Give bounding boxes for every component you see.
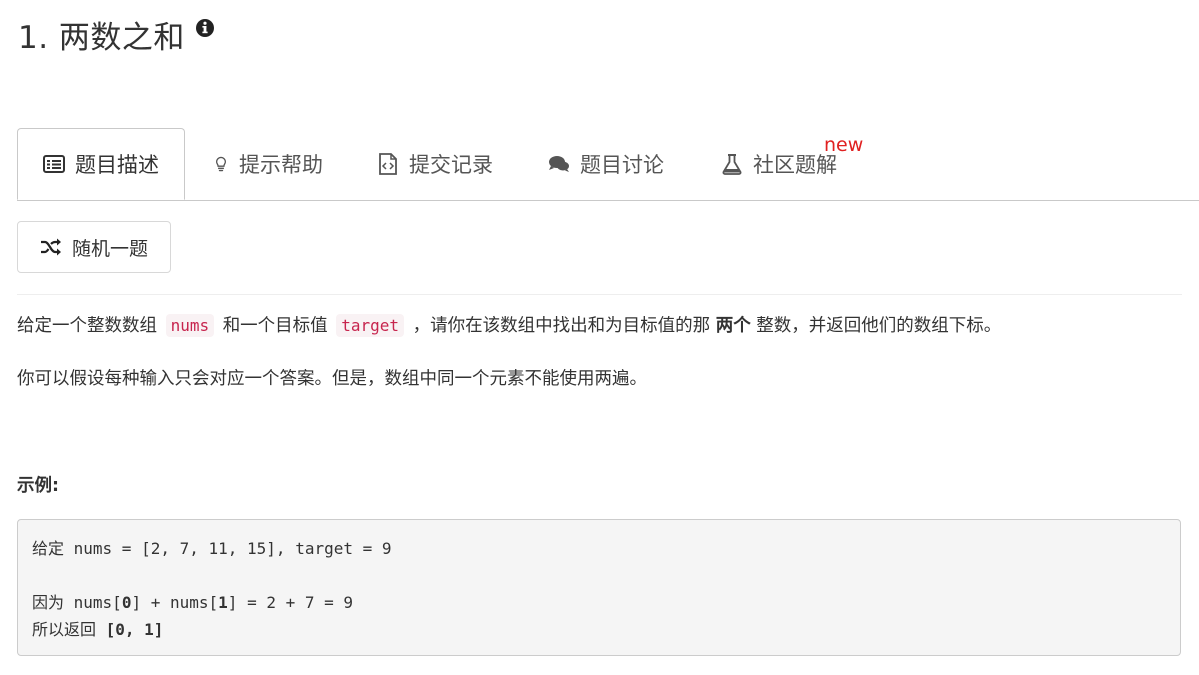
example-line: 给定 nums = [2, 7, 11, 15], target = 9 bbox=[32, 539, 392, 558]
random-problem-button[interactable]: 随机一题 bbox=[17, 221, 171, 273]
inline-code-nums: nums bbox=[165, 314, 215, 337]
code-bold: [0, 1] bbox=[105, 620, 164, 639]
code-text: ] + nums[ bbox=[131, 593, 219, 612]
tab-discussion-label: 题目讨论 bbox=[580, 153, 664, 177]
description-paragraph-1: 给定一个整数数组 nums 和一个目标值 target ，请你在该数组中找出和为… bbox=[17, 312, 1001, 340]
tab-discussion[interactable]: 题目讨论 bbox=[548, 128, 664, 200]
code-bold: 1 bbox=[218, 593, 228, 612]
info-circle-icon[interactable] bbox=[195, 18, 215, 38]
comments-icon bbox=[549, 156, 569, 172]
code-file-icon bbox=[379, 153, 397, 175]
example-label: 示例: bbox=[17, 476, 59, 496]
new-badge: new bbox=[824, 134, 864, 156]
example-code-block: 给定 nums = [2, 7, 11, 15], target = 9 因为 n… bbox=[17, 519, 1181, 656]
tab-hints-label: 提示帮助 bbox=[239, 153, 323, 177]
code-text: ] = 2 + 7 = 9 bbox=[227, 593, 354, 612]
description-paragraph-2: 你可以假设每种输入只会对应一个答案。但是，数组中同一个元素不能使用两遍。 bbox=[17, 369, 647, 389]
desc-text: 给定一个整数数组 bbox=[17, 316, 157, 336]
desc-text: 和一个目标值 bbox=[222, 316, 328, 336]
random-problem-label: 随机一题 bbox=[71, 237, 148, 260]
content-divider bbox=[17, 294, 1182, 295]
tab-solutions[interactable]: 社区题解 bbox=[721, 128, 837, 200]
problem-tabs: 题目描述 提示帮助 提交记录 题目讨论 社区题解 new bbox=[17, 128, 1199, 201]
flask-icon bbox=[722, 154, 742, 175]
desc-text: 整数，并返回他们的数组下标。 bbox=[756, 316, 1002, 336]
code-text: 所以返回 bbox=[32, 620, 106, 639]
tab-submissions[interactable]: 提交记录 bbox=[377, 128, 493, 200]
code-text: 因为 nums[ bbox=[32, 593, 122, 612]
problem-header: 1. 两数之和 bbox=[18, 14, 215, 62]
lightbulb-icon bbox=[215, 156, 227, 172]
example-line: 因为 nums[0] + nums[1] = 2 + 7 = 9 bbox=[32, 589, 1166, 616]
problem-title: 1. 两数之和 bbox=[18, 20, 185, 56]
tab-description[interactable]: 题目描述 bbox=[17, 128, 185, 200]
example-line-blank bbox=[32, 562, 1166, 589]
tab-hints[interactable]: 提示帮助 bbox=[213, 128, 323, 200]
desc-bold: 两个 bbox=[715, 316, 751, 336]
tab-submissions-label: 提交记录 bbox=[409, 153, 493, 177]
desc-text: ，请你在该数组中找出和为目标值的那 bbox=[412, 316, 711, 336]
code-bold: 0 bbox=[121, 593, 132, 612]
shuffle-icon bbox=[40, 238, 61, 256]
list-icon bbox=[43, 155, 65, 173]
tab-description-label: 题目描述 bbox=[75, 153, 159, 177]
inline-code-target: target bbox=[336, 314, 405, 337]
example-line: 所以返回 [0, 1] bbox=[32, 616, 1166, 643]
